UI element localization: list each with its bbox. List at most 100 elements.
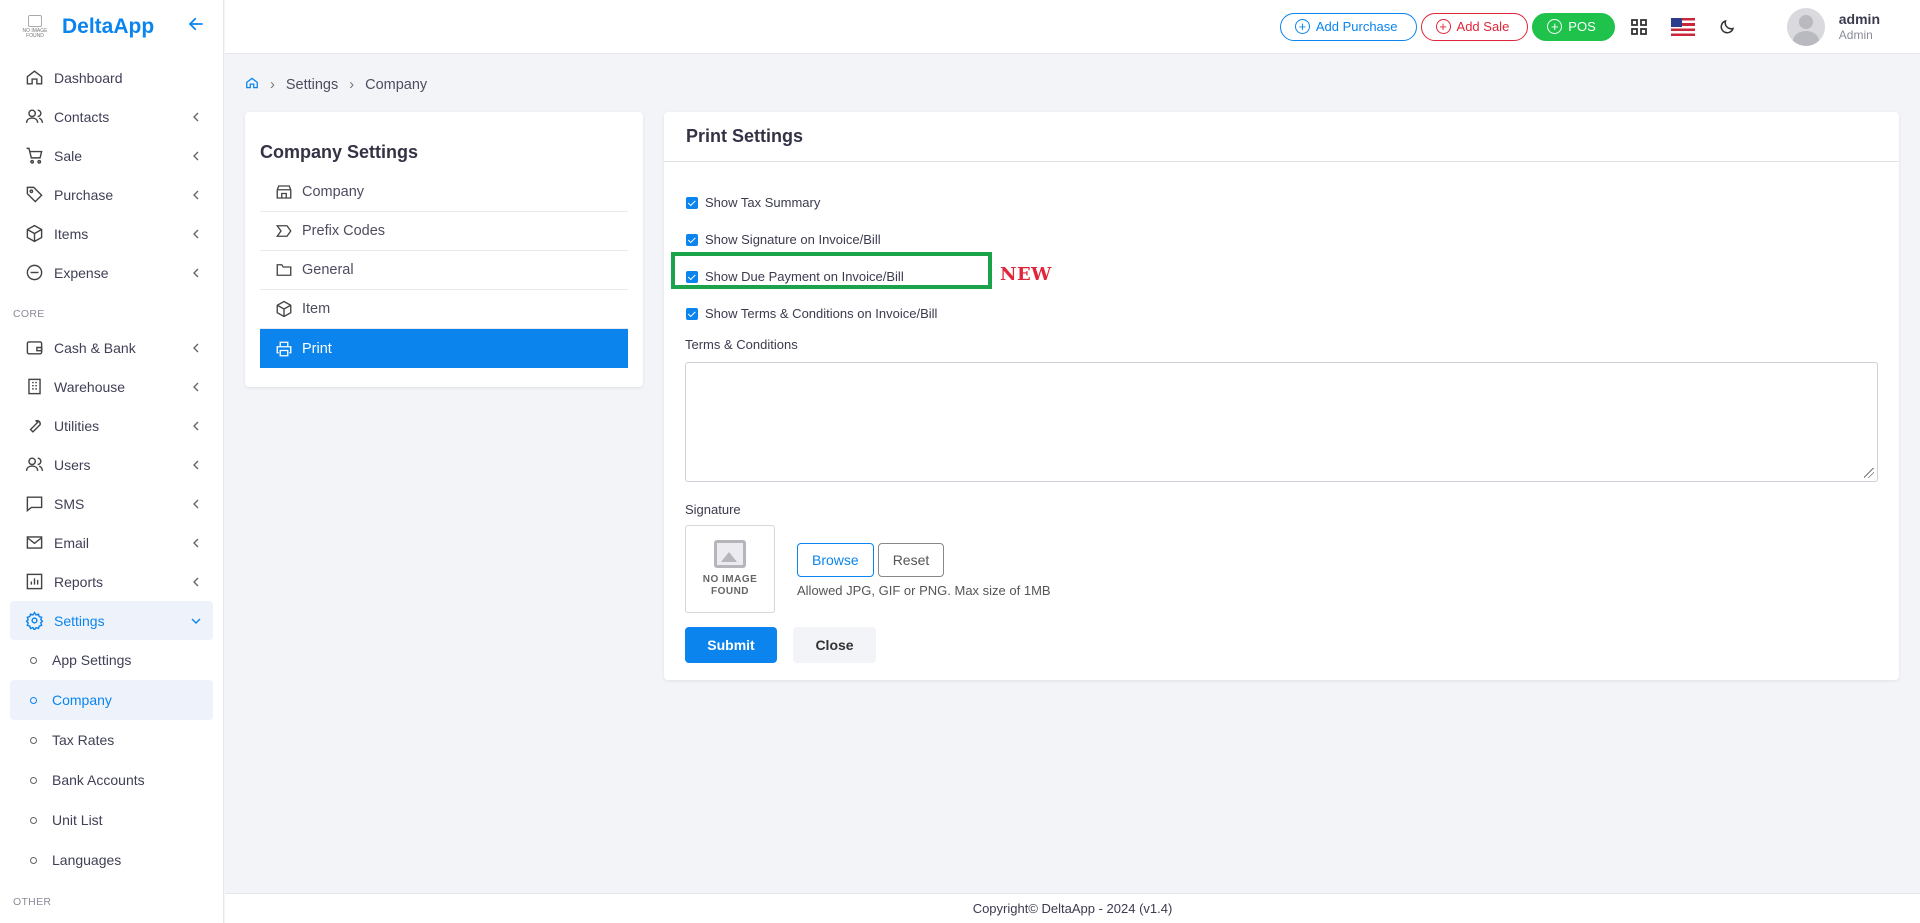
sidebar-item-sms[interactable]: SMS xyxy=(10,484,213,523)
signature-label: Signature xyxy=(685,502,741,517)
sidebar-subitem-app-settings[interactable]: App Settings xyxy=(10,640,213,680)
sidebar-item-users[interactable]: Users xyxy=(10,445,213,484)
circle-icon xyxy=(30,856,37,864)
printer-icon xyxy=(274,339,294,359)
sidebar-item-label: Sale xyxy=(54,147,83,164)
show-due-payment-checkbox[interactable]: Show Due Payment on Invoice/Bill xyxy=(685,258,1878,295)
sidebar-item-label: Expense xyxy=(54,264,109,281)
checkbox-checked-icon[interactable] xyxy=(686,270,698,283)
sidebar-item-contacts[interactable]: Contacts xyxy=(10,97,213,136)
building-icon xyxy=(24,377,44,397)
checkbox-checked-icon[interactable] xyxy=(686,233,698,246)
contacts-icon xyxy=(24,107,44,127)
sidebar-item-label: Dashboard xyxy=(54,69,123,86)
terms-label: Terms & Conditions xyxy=(685,337,798,352)
settings-menu-prefix-codes[interactable]: Prefix Codes xyxy=(260,212,628,251)
sidebar-item-purchase[interactable]: Purchase xyxy=(10,175,213,214)
home-icon xyxy=(24,68,44,88)
sidebar-subitem-bank-accounts[interactable]: Bank Accounts xyxy=(10,760,213,800)
sidebar-item-dashboard[interactable]: Dashboard xyxy=(10,58,213,97)
language-flag-icon[interactable] xyxy=(1663,7,1703,47)
submit-button[interactable]: Submit xyxy=(685,627,777,663)
show-tax-summary-checkbox[interactable]: Show Tax Summary xyxy=(685,184,1878,221)
user-name: admin xyxy=(1838,10,1880,27)
topbar: + Add Purchase + Add Sale + POS admin Ad… xyxy=(225,0,1920,54)
settings-menu-item[interactable]: Item xyxy=(260,290,628,329)
sidebar-section-other: OTHER xyxy=(13,896,52,908)
checkbox-label: Show Terms & Conditions on Invoice/Bill xyxy=(705,306,938,321)
checkbox-checked-icon[interactable] xyxy=(686,196,698,209)
close-button[interactable]: Close xyxy=(793,627,876,663)
reset-button[interactable]: Reset xyxy=(877,543,945,577)
sidebar-item-expense[interactable]: Expense xyxy=(10,253,213,292)
sidebar-subitem-languages[interactable]: Languages xyxy=(10,840,213,880)
company-settings-card: Company Settings Company Prefix Codes Ge… xyxy=(245,112,643,387)
settings-menu-print[interactable]: Print xyxy=(260,329,628,368)
plus-circle-icon: + xyxy=(1435,19,1451,34)
settings-menu-company[interactable]: Company xyxy=(260,173,628,212)
settings-menu-label: Company xyxy=(302,184,365,200)
sidebar-subitem-label: Unit List xyxy=(52,812,103,828)
store-icon xyxy=(274,182,294,202)
sidebar-item-utilities[interactable]: Utilities xyxy=(10,406,213,445)
sidebar-item-email[interactable]: Email xyxy=(10,523,213,562)
avatar xyxy=(1786,7,1825,46)
brand-name[interactable]: DeltaApp xyxy=(62,15,154,39)
chevron-left-icon xyxy=(193,112,199,121)
browse-button[interactable]: Browse xyxy=(797,543,874,577)
sidebar-subitem-unit-list[interactable]: Unit List xyxy=(10,800,213,840)
sidebar-item-items[interactable]: Items xyxy=(10,214,213,253)
show-signature-checkbox[interactable]: Show Signature on Invoice/Bill xyxy=(685,221,1878,258)
collapse-sidebar-arrow-icon[interactable] xyxy=(187,15,205,39)
sidebar-item-label: Email xyxy=(54,534,90,551)
sidebar-item-label: Contacts xyxy=(54,108,110,125)
plus-circle-icon: + xyxy=(1294,19,1310,34)
terms-textarea[interactable] xyxy=(685,362,1878,482)
print-settings-card: Print Settings Show Tax Summary Show Sig… xyxy=(664,112,1899,680)
chart-icon xyxy=(24,572,44,592)
chevron-left-icon xyxy=(193,343,199,352)
sidebar-item-label: Purchase xyxy=(54,186,114,203)
sidebar-subitem-label: Bank Accounts xyxy=(52,772,145,788)
chevron-left-icon xyxy=(193,229,199,238)
settings-menu-label: General xyxy=(302,262,354,278)
sidebar-subitem-label: Company xyxy=(52,692,112,708)
sidebar-subitem-label: Languages xyxy=(52,852,122,868)
add-sale-button[interactable]: + Add Sale xyxy=(1420,12,1529,41)
apps-grid-icon[interactable] xyxy=(1619,7,1659,47)
sidebar-subitem-company[interactable]: Company xyxy=(10,680,213,720)
company-settings-title: Company Settings xyxy=(260,142,419,162)
chevron-left-icon xyxy=(193,190,199,199)
chevron-left-icon xyxy=(193,538,199,547)
chevron-left-icon xyxy=(193,577,199,586)
sidebar-subitem-tax-rates[interactable]: Tax Rates xyxy=(10,720,213,760)
sidebar: NO IMAGE FOUND DeltaApp Dashboard Contac… xyxy=(0,0,224,923)
sidebar-item-label: Cash & Bank xyxy=(54,339,136,356)
chevron-left-icon xyxy=(193,460,199,469)
circle-icon xyxy=(30,736,37,744)
sidebar-item-settings[interactable]: Settings xyxy=(10,601,213,640)
checkbox-label: Show Signature on Invoice/Bill xyxy=(705,232,881,247)
brand-logo: NO IMAGE FOUND xyxy=(18,10,52,44)
users-icon xyxy=(24,455,44,475)
show-terms-checkbox[interactable]: Show Terms & Conditions on Invoice/Bill xyxy=(685,295,1878,332)
add-purchase-button[interactable]: + Add Purchase xyxy=(1279,12,1417,41)
print-settings-title: Print Settings xyxy=(664,112,1899,162)
sidebar-item-sale[interactable]: Sale xyxy=(10,136,213,175)
pos-button[interactable]: + POS xyxy=(1532,12,1615,41)
checkbox-checked-icon[interactable] xyxy=(686,307,698,320)
sidebar-item-reports[interactable]: Reports xyxy=(10,562,213,601)
settings-menu-general[interactable]: General xyxy=(260,251,628,290)
sidebar-item-warehouse[interactable]: Warehouse xyxy=(10,367,213,406)
cart-icon xyxy=(24,146,44,166)
sidebar-subitem-label: Tax Rates xyxy=(52,732,115,748)
image-placeholder-icon xyxy=(714,540,746,568)
sidebar-item-label: Utilities xyxy=(54,417,100,434)
plus-circle-icon: + xyxy=(1547,19,1563,34)
home-icon[interactable] xyxy=(245,76,259,94)
breadcrumb-settings[interactable]: Settings xyxy=(286,77,338,93)
dark-mode-moon-icon[interactable] xyxy=(1707,7,1747,47)
settings-menu-label: Print xyxy=(302,340,332,357)
user-menu[interactable]: admin Admin xyxy=(1786,7,1880,46)
sidebar-item-cash-bank[interactable]: Cash & Bank xyxy=(10,328,213,367)
